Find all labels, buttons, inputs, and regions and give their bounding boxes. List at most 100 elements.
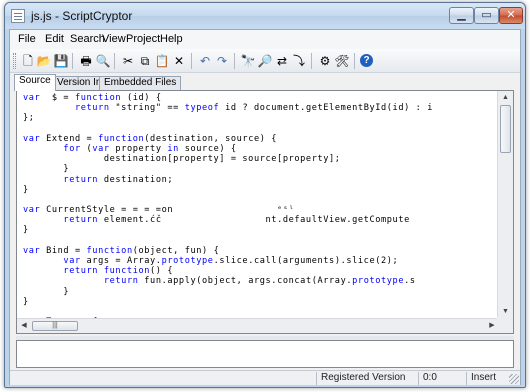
code-token: element.ćč nt.defaultView.getCompute — [98, 215, 410, 226]
maximize-button[interactable]: ▭ — [474, 7, 499, 24]
code-line: } — [23, 185, 493, 195]
print-icon[interactable]: 🖶 — [78, 53, 94, 69]
code-line: return fun.apply(object, args.concat(Arr… — [23, 276, 493, 286]
code-line: }; — [23, 113, 493, 123]
code-keyword: typeof — [184, 103, 220, 114]
toolbar-grip[interactable] — [13, 53, 16, 69]
code-token: } — [23, 184, 29, 195]
code-keyword: var — [23, 133, 41, 144]
code-keyword: prototype — [352, 276, 405, 287]
code-token: ( — [80, 143, 93, 154]
horizontal-scrollbar[interactable]: ◀ ||| ▶ — [17, 318, 499, 333]
code-text[interactable]: var $ = function (id) { return "string" … — [23, 93, 493, 323]
compile-icon[interactable]: ⚙ — [317, 53, 333, 69]
code-line: var $ = function (id) { — [23, 93, 493, 103]
replace-icon[interactable]: ⇄ — [274, 53, 290, 69]
code-keyword: return — [74, 103, 110, 114]
vertical-scroll-thumb[interactable] — [500, 105, 511, 153]
code-line: } — [23, 225, 493, 235]
code-token: args = Array. — [80, 256, 162, 266]
close-button[interactable]: ✕ — [499, 7, 523, 24]
code-keyword: function — [86, 245, 133, 256]
tab-source[interactable]: Source — [14, 74, 56, 91]
help-icon[interactable]: ? — [360, 54, 373, 67]
vertical-scrollbar[interactable]: ▲ ▼ — [497, 91, 513, 319]
title-bar[interactable]: js.js - ScriptCryptor ▁ ▭ ✕ — [5, 3, 525, 29]
delete-icon[interactable]: ✕ — [171, 53, 187, 69]
find-icon[interactable]: 🔭 — [240, 53, 256, 69]
menu-search[interactable]: Search — [70, 33, 105, 45]
toolbar-separator — [311, 53, 312, 69]
undo-icon[interactable]: ↶ — [197, 53, 213, 69]
new-file-icon[interactable]: 🗋 — [20, 53, 36, 69]
maximize-icon: ▭ — [481, 9, 492, 21]
code-keyword: return — [63, 215, 99, 226]
minimize-icon: ▁ — [457, 9, 466, 21]
code-editor[interactable]: var $ = function (id) { return "string" … — [16, 90, 514, 334]
scroll-up-icon[interactable]: ▲ — [498, 91, 513, 105]
code-keyword: var — [23, 205, 41, 216]
code-keyword: var — [23, 93, 41, 103]
print-preview-icon[interactable]: 🔍 — [95, 53, 111, 69]
scroll-left-icon[interactable]: ◀ — [17, 319, 31, 333]
code-token: fun.apply(object, args.concat(Array. — [138, 276, 353, 287]
paste-icon[interactable]: 📋 — [154, 53, 170, 69]
code-keyword: function — [74, 93, 122, 103]
status-cursor-position: 0:0 — [418, 372, 466, 385]
code-token: (destination, source) { — [144, 133, 278, 144]
save-icon[interactable]: 💾 — [53, 53, 69, 69]
menu-file[interactable]: File — [18, 33, 36, 45]
menu-help[interactable]: Help — [160, 33, 183, 45]
code-keyword: return — [103, 276, 139, 287]
settings-icon[interactable]: 🛠 — [334, 53, 350, 69]
code-line: } — [23, 164, 493, 174]
code-keyword: var — [92, 143, 110, 154]
code-line: var Bind = function(object, fun) { — [23, 246, 493, 256]
code-token: } — [23, 286, 70, 297]
code-keyword: var — [63, 256, 81, 266]
code-line: return "string" == typeof id ? document.… — [23, 103, 493, 113]
menu-edit[interactable]: Edit — [45, 33, 64, 45]
toolbar-separator — [72, 53, 73, 69]
minimize-button[interactable]: ▁ — [449, 7, 474, 24]
tab-embedded-files[interactable]: Embedded Files — [99, 76, 182, 90]
code-token: .s — [404, 276, 416, 287]
code-token: source) { — [178, 143, 237, 154]
code-token: (object, fun) { — [132, 245, 220, 256]
toolbar-separator — [354, 53, 355, 69]
code-line: } — [23, 287, 493, 297]
code-keyword: var — [23, 245, 41, 256]
menu-project[interactable]: Project — [126, 33, 160, 45]
open-folder-icon[interactable]: 📂 — [36, 53, 52, 69]
code-token: .slice.call(arguments).slice(2); — [213, 256, 399, 266]
code-token: (id) { — [121, 93, 162, 103]
code-line: var Extend = function(destination, sourc… — [23, 134, 493, 144]
code-token: } — [23, 225, 29, 236]
output-pane[interactable] — [16, 340, 514, 368]
code-token: Bind = — [40, 245, 87, 256]
redo-icon[interactable]: ↷ — [214, 53, 230, 69]
cut-icon[interactable]: ✂ — [120, 53, 136, 69]
find-next-icon[interactable]: 🔎 — [257, 53, 273, 69]
horizontal-scroll-thumb[interactable]: ||| — [32, 321, 78, 331]
status-bar: Registered Version 0:0 Insert — [10, 370, 520, 385]
window-title: js.js - ScriptCryptor — [31, 9, 133, 23]
close-icon: ✕ — [506, 9, 516, 21]
code-line: return element.ćč nt.defaultView.getComp… — [23, 215, 493, 225]
goto-icon[interactable]: ⤵ — [291, 53, 307, 69]
menu-view[interactable]: View — [102, 33, 126, 45]
code-token: "string" == — [109, 103, 185, 114]
resize-grip-icon[interactable] — [509, 374, 519, 384]
copy-icon[interactable]: ⧉ — [137, 53, 153, 69]
client-area: File Edit Search View Project Help 🗋 📂 💾… — [9, 29, 521, 385]
code-line: var args = Array.prototype.slice.call(ar… — [23, 256, 493, 266]
code-line: destination[property] = source[property]… — [23, 154, 493, 164]
code-token: } — [23, 164, 70, 175]
code-token: $ = — [40, 93, 75, 103]
